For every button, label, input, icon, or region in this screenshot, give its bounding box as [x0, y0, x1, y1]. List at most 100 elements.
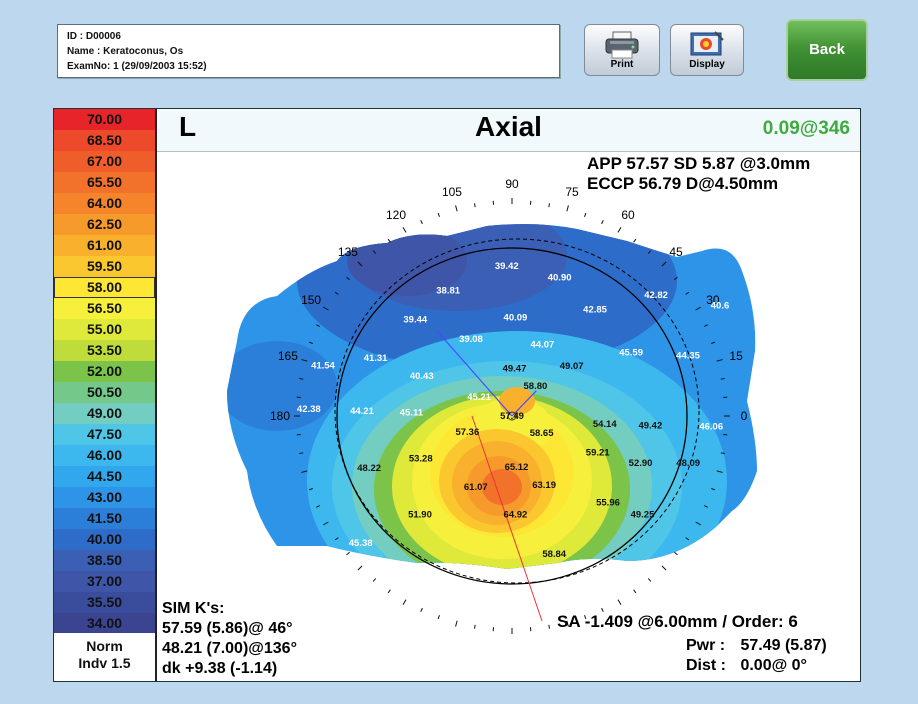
pwr-line: Pwr : 57.49 (5.87)	[686, 637, 827, 655]
scale-step: 35.50	[54, 592, 155, 613]
map-value: 51.90	[408, 510, 432, 521]
indv-label: Indv 1.5	[78, 655, 131, 671]
angle-tick	[357, 565, 363, 571]
angle-label: 180	[270, 409, 290, 423]
map-value: 48.22	[357, 463, 381, 474]
scale-step: 34.00	[54, 613, 155, 634]
display-button[interactable]: Display	[670, 24, 744, 76]
scale-step: 38.50	[54, 550, 155, 571]
pwr-value: 57.49 (5.87)	[740, 637, 827, 654]
angle-tick	[617, 599, 622, 606]
sa-line: SA -1.409 @6.00mm / Order: 6	[557, 612, 798, 631]
map-value: 49.42	[638, 421, 662, 432]
scale-step: 49.00	[54, 403, 155, 424]
map-value: 64.92	[504, 510, 528, 521]
map-value: 65.12	[505, 462, 529, 473]
map-value: 40.43	[410, 371, 434, 382]
pwr-label: Pwr :	[686, 637, 726, 654]
sim-dk: dk +9.38 (-1.14)	[162, 660, 278, 677]
map-value: 48.09	[676, 458, 700, 469]
map-value: 44.21	[350, 406, 374, 417]
map-value: 41.31	[364, 353, 388, 364]
map-value: 42.85	[583, 305, 607, 316]
angle-tick	[420, 607, 423, 612]
angle-tick	[455, 205, 458, 212]
scale-step: 44.50	[54, 466, 155, 487]
angle-tick	[420, 220, 423, 225]
map-value: 40.09	[504, 312, 528, 323]
map-value: 39.08	[459, 334, 483, 345]
dist-value: 0.00@ 0°	[740, 657, 807, 674]
angle-tick	[584, 212, 587, 217]
scale-step: 53.50	[54, 340, 155, 361]
sim-k-title: SIM K's:	[162, 600, 225, 617]
map-value: 42.38	[297, 404, 321, 415]
map-value: 58.80	[524, 381, 548, 392]
sim-k2: 48.21 (7.00)@136°	[162, 640, 297, 657]
map-title: Axial	[475, 111, 542, 142]
scale-step: 65.50	[54, 172, 155, 193]
map-value: 39.42	[495, 261, 519, 272]
scale-step: 62.50	[54, 214, 155, 235]
scale-step: 37.00	[54, 571, 155, 592]
scale-step: 46.00	[54, 445, 155, 466]
map-value: 49.47	[503, 364, 527, 375]
scale-step: 41.50	[54, 508, 155, 529]
angle-tick	[720, 377, 725, 380]
scale-step: 61.00	[54, 235, 155, 256]
angle-tick	[402, 599, 407, 606]
norm-label: Norm	[86, 638, 123, 654]
angle-tick	[633, 589, 637, 594]
angle-tick	[633, 238, 637, 243]
map-value: 38.81	[436, 286, 460, 297]
back-button[interactable]: Back	[786, 19, 868, 81]
map-value: 40.6	[711, 300, 730, 311]
print-button[interactable]: Print	[584, 24, 660, 76]
eye-indicator: L	[179, 111, 197, 142]
map-value: 44.35	[676, 350, 700, 361]
map-value: 55.96	[596, 497, 620, 508]
map-value: 46.06	[699, 421, 723, 432]
app-info: APP 57.57 SD 5.87 @3.0mm ECCP 56.79 D@4.…	[587, 154, 810, 194]
angle-tick	[437, 615, 440, 620]
scale-step: 43.00	[54, 487, 155, 508]
display-label: Display	[689, 59, 725, 70]
map-value: 45.38	[349, 538, 373, 549]
k-value: 0.09@346	[762, 118, 850, 139]
angle-tick	[647, 578, 652, 582]
angle-tick	[674, 551, 678, 556]
angle-tick	[548, 203, 551, 208]
scale-step: 67.00	[54, 151, 155, 172]
back-label: Back	[809, 41, 845, 58]
map-value: 44.07	[531, 339, 555, 350]
map-value: 57.49	[500, 411, 524, 422]
angle-tick	[387, 589, 391, 594]
map-fill-peak	[482, 469, 522, 505]
eccp-line: ECCP 56.79 D@4.50mm	[587, 174, 779, 193]
angle-label: 150	[301, 293, 321, 307]
angle-tick	[299, 377, 304, 380]
app-line: APP 57.57 SD 5.87 @3.0mm	[587, 154, 811, 173]
patient-id: ID : D00006	[67, 31, 121, 42]
angle-tick	[372, 578, 377, 582]
angle-label: 60	[621, 208, 635, 222]
map-value: 45.11	[400, 407, 424, 418]
scale-step: 70.00	[54, 109, 155, 130]
angle-tick	[346, 551, 350, 556]
color-scale: 70.00 68.50 67.00 65.50 64.00 62.50 61.00 59.50…	[54, 109, 157, 681]
scale-step: 58.00	[54, 277, 155, 298]
exam-number: ExamNo: 1 (29/09/2003 15:52)	[67, 61, 207, 72]
dist-line: Dist : 0.00@ 0°	[686, 657, 807, 675]
angle-label: 0	[741, 409, 748, 423]
angle-tick	[455, 620, 458, 627]
angle-tick	[720, 452, 725, 455]
angle-tick	[617, 226, 622, 233]
scale-norm-box[interactable]: Norm Indv 1.5	[54, 633, 155, 681]
scale-step: 50.50	[54, 382, 155, 403]
angle-label: 15	[729, 349, 743, 363]
angle-label: 105	[442, 185, 462, 199]
angle-tick	[548, 624, 551, 629]
map-value: 61.07	[464, 482, 488, 493]
angle-label: 165	[278, 349, 298, 363]
map-value: 57.36	[455, 427, 479, 438]
